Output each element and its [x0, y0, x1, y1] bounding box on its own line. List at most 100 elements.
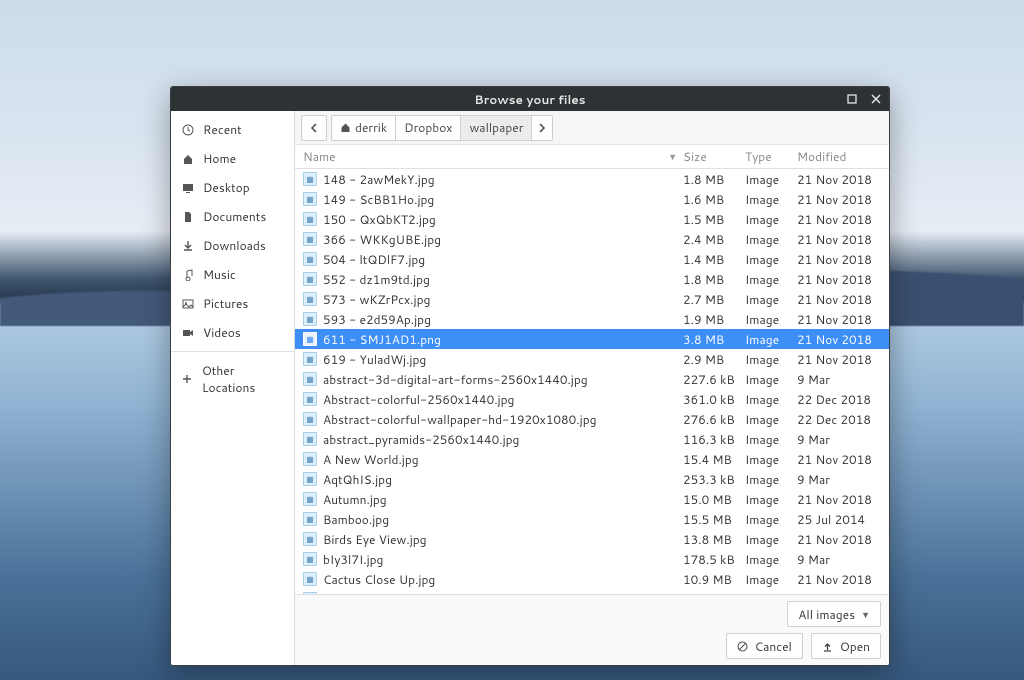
download-icon: [181, 240, 195, 252]
sidebar-item-recent[interactable]: Recent: [171, 115, 294, 144]
file-row[interactable]: ▦Birds Eye View.jpg13.8 MBImage21 Nov 20…: [295, 529, 889, 549]
column-modified[interactable]: Modified: [797, 148, 889, 165]
sidebar-item-videos[interactable]: Videos: [171, 318, 294, 347]
music-icon: [181, 269, 195, 281]
file-row[interactable]: ▦504 - ltQDlF7.jpg1.4 MBImage21 Nov 2018: [295, 249, 889, 269]
sidebar-item-home[interactable]: Home: [171, 144, 294, 173]
file-row[interactable]: ▦abstract_pyramids-2560x1440.jpg116.3 kB…: [295, 429, 889, 449]
image-file-icon: ▦: [303, 572, 317, 586]
sidebar-item-label: Videos: [203, 324, 241, 341]
sidebar-item-documents[interactable]: Documents: [171, 202, 294, 231]
file-name: abstract_pyramids-2560x1440.jpg: [323, 431, 683, 448]
file-name: bIy3l7I.jpg: [323, 551, 683, 568]
image-file-icon: ▦: [303, 512, 317, 526]
breadcrumb-extend[interactable]: [531, 115, 553, 141]
file-modified: 21 Nov 2018: [797, 231, 889, 248]
file-name: 573 - wKZrPcx.jpg: [323, 291, 683, 308]
file-row[interactable]: ▦abstract-3d-digital-art-forms-2560x1440…: [295, 369, 889, 389]
column-size[interactable]: Size: [683, 148, 745, 165]
file-row[interactable]: ▦Bamboo.jpg15.5 MBImage25 Jul 2014: [295, 509, 889, 529]
file-name: AqtQhIS.jpg: [323, 471, 683, 488]
file-size: 253.3 kB: [683, 471, 745, 488]
file-row[interactable]: ▦149 - ScBB1Ho.jpg1.6 MBImage21 Nov 2018: [295, 189, 889, 209]
file-name: Cactus Close Up.jpg: [323, 571, 683, 588]
file-name: 552 - dz1m9td.jpg: [323, 271, 683, 288]
chevron-left-icon: [309, 123, 319, 133]
file-modified: 21 Nov 2018: [797, 311, 889, 328]
file-row[interactable]: ▦552 - dz1m9td.jpg1.8 MBImage21 Nov 2018: [295, 269, 889, 289]
file-size: 1.8 MB: [683, 271, 745, 288]
file-size: 2.7 MB: [683, 291, 745, 308]
maximize-icon[interactable]: [845, 92, 859, 106]
file-row[interactable]: ▦366 - WKKgUBE.jpg2.4 MBImage21 Nov 2018: [295, 229, 889, 249]
sidebar-item-music[interactable]: Music: [171, 260, 294, 289]
image-file-icon: ▦: [303, 392, 317, 406]
file-type: Image: [745, 411, 797, 428]
breadcrumb-dropbox[interactable]: Dropbox: [395, 115, 461, 141]
nav-back-button[interactable]: [301, 115, 327, 141]
file-type: Image: [745, 451, 797, 468]
cancel-button[interactable]: Cancel: [726, 633, 803, 659]
column-type[interactable]: Type: [745, 148, 797, 165]
sidebar: Recent Home Desktop Documents Downloads …: [171, 111, 295, 665]
file-row[interactable]: ▦Abstract-colorful-wallpaper-hd-1920x108…: [295, 409, 889, 429]
file-row[interactable]: ▦Cactus Close Up.jpg10.9 MBImage21 Nov 2…: [295, 569, 889, 589]
image-file-icon: ▦: [303, 552, 317, 566]
file-type: Image: [745, 291, 797, 308]
sidebar-item-pictures[interactable]: Pictures: [171, 289, 294, 318]
button-label: Cancel: [755, 638, 792, 655]
file-size: 15.4 MB: [683, 451, 745, 468]
file-type: Image: [745, 471, 797, 488]
image-file-icon: ▦: [303, 232, 317, 246]
file-type: Image: [745, 251, 797, 268]
breadcrumb-wallpaper[interactable]: wallpaper: [460, 115, 532, 141]
file-row[interactable]: ▦Autumn.jpg15.0 MBImage21 Nov 2018: [295, 489, 889, 509]
image-file-icon: ▦: [303, 252, 317, 266]
file-type: Image: [745, 271, 797, 288]
sidebar-item-downloads[interactable]: Downloads: [171, 231, 294, 260]
file-row[interactable]: ▦619 - YuladWj.jpg2.9 MBImage21 Nov 2018: [295, 349, 889, 369]
file-row[interactable]: ▦573 - wKZrPcx.jpg2.7 MBImage21 Nov 2018: [295, 289, 889, 309]
pictures-icon: [181, 298, 195, 310]
image-file-icon: ▦: [303, 472, 317, 486]
file-type: Image: [745, 551, 797, 568]
file-name: abstract-3d-digital-art-forms-2560x1440.…: [323, 371, 683, 388]
breadcrumb-label: derrik: [355, 119, 387, 136]
open-icon: [822, 641, 834, 652]
sidebar-item-desktop[interactable]: Desktop: [171, 173, 294, 202]
file-row[interactable]: ▦611 - SMJ1AD1.png3.8 MBImage21 Nov 2018: [295, 329, 889, 349]
close-icon[interactable]: [869, 92, 883, 106]
sidebar-item-label: Documents: [203, 208, 266, 225]
filter-combo[interactable]: All images ▼: [787, 601, 881, 627]
file-type: Image: [745, 191, 797, 208]
breadcrumb-label: Dropbox: [404, 119, 452, 136]
sort-descending-icon: ▼: [668, 150, 683, 163]
file-row[interactable]: ▦148 - 2awMekY.jpg1.8 MBImage21 Nov 2018: [295, 169, 889, 189]
file-size: 1.4 MB: [683, 251, 745, 268]
file-row[interactable]: ▦593 - e2d59Ap.jpg1.9 MBImage21 Nov 2018: [295, 309, 889, 329]
file-type: Image: [745, 311, 797, 328]
sidebar-item-label: Downloads: [203, 237, 266, 254]
image-file-icon: ▦: [303, 272, 317, 286]
sidebar-item-other-locations[interactable]: Other Locations: [171, 356, 294, 402]
breadcrumb-home[interactable]: derrik: [331, 115, 396, 141]
file-modified: 9 Mar: [797, 551, 889, 568]
image-file-icon: ▦: [303, 172, 317, 186]
file-row[interactable]: ▦150 - QxQbKT2.jpg1.5 MBImage21 Nov 2018: [295, 209, 889, 229]
file-modified: 21 Nov 2018: [797, 211, 889, 228]
file-row[interactable]: ▦AqtQhIS.jpg253.3 kBImage9 Mar: [295, 469, 889, 489]
column-name[interactable]: Name ▼: [295, 148, 683, 165]
file-modified: 21 Nov 2018: [797, 251, 889, 268]
file-size: 227.6 kB: [683, 371, 745, 388]
file-type: Image: [745, 211, 797, 228]
file-name: 593 - e2d59Ap.jpg: [323, 311, 683, 328]
open-button[interactable]: Open: [811, 633, 881, 659]
file-list[interactable]: ▦148 - 2awMekY.jpg1.8 MBImage21 Nov 2018…: [295, 169, 889, 594]
file-row[interactable]: ▦bIy3l7I.jpg178.5 kBImage9 Mar: [295, 549, 889, 569]
file-type: Image: [745, 171, 797, 188]
file-type: Image: [745, 231, 797, 248]
file-row[interactable]: ▦A New World.jpg15.4 MBImage21 Nov 2018: [295, 449, 889, 469]
file-row[interactable]: ▦Abstract-colorful-2560x1440.jpg361.0 kB…: [295, 389, 889, 409]
file-modified: 21 Nov 2018: [797, 531, 889, 548]
file-modified: 21 Nov 2018: [797, 571, 889, 588]
